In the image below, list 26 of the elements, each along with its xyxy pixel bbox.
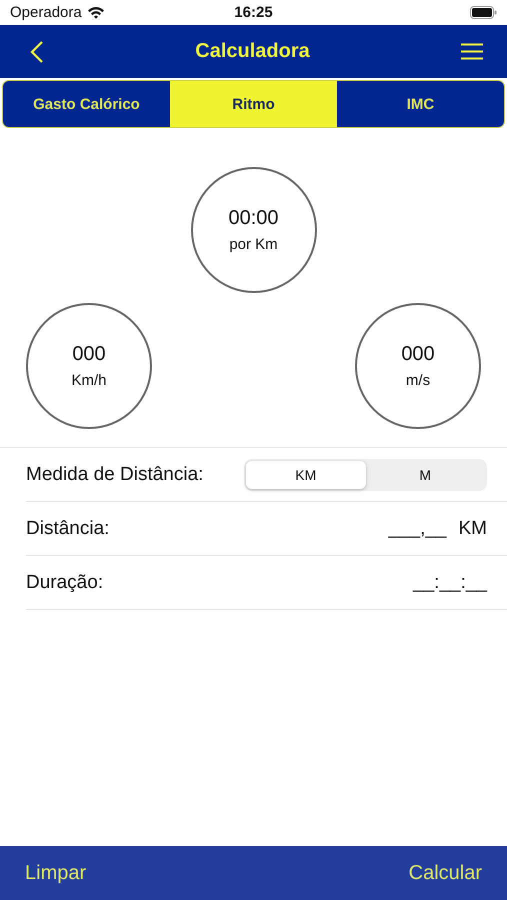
readout-unit: m/s — [406, 372, 430, 389]
battery-icon — [470, 6, 497, 19]
readout-value: 00:00 — [228, 207, 279, 230]
tab[interactable]: Gasto Calórico — [3, 81, 170, 127]
readout-value: 000 — [401, 343, 435, 366]
field-label: Duração: — [26, 572, 104, 594]
readout-unit: por Km — [229, 236, 278, 253]
clear-button[interactable]: Limpar — [25, 862, 86, 884]
readout-value: 000 — [72, 343, 106, 366]
tab[interactable]: IMC — [337, 81, 504, 127]
readout-unit: Km/h — [71, 372, 106, 389]
screen-title: Calculadora — [195, 40, 310, 63]
unit-label: KM — [458, 518, 487, 540]
wifi-icon — [86, 6, 105, 19]
clock-time: 16:25 — [233, 4, 274, 21]
fill-in-line[interactable]: ___,__ — [388, 518, 446, 540]
back-icon[interactable] — [30, 40, 44, 64]
tab[interactable]: Ritmo — [170, 81, 337, 127]
menu-icon[interactable] — [460, 43, 483, 60]
field-label: Distância: — [26, 518, 110, 540]
fill-in-line[interactable]: __:__:__ — [413, 572, 487, 594]
field-label: Medida de Distância: — [26, 464, 204, 486]
calculate-button[interactable]: Calcular — [408, 862, 482, 884]
segment-option[interactable]: KM — [246, 460, 366, 488]
segment-option[interactable]: M — [366, 460, 485, 488]
carrier-name: Operadora — [10, 4, 82, 21]
